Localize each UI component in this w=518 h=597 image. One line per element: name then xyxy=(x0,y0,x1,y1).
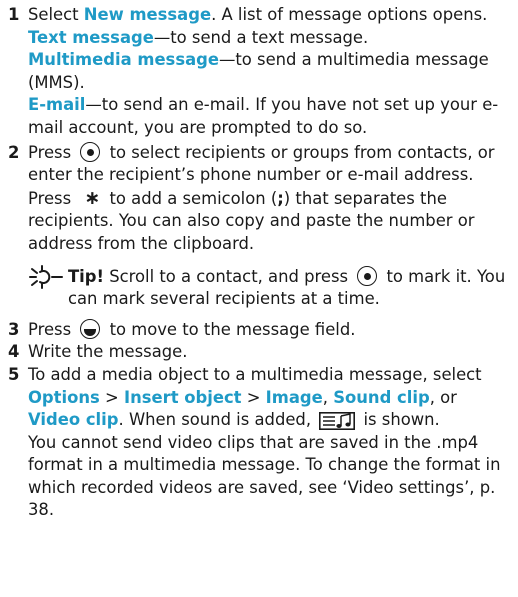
option-text-message: Text message—to send a text message. xyxy=(28,27,514,50)
option-email: E-mail—to send an e-mail. If you have no… xyxy=(28,94,514,139)
separator: , xyxy=(322,387,334,407)
tip-text: Scroll to a contact, and press xyxy=(104,266,354,286)
step-number: 1 xyxy=(8,5,20,24)
scroll-key-center-icon xyxy=(80,142,101,163)
step-text: . When sound is added, xyxy=(118,410,317,430)
step-text: To add a media object to a multimedia me… xyxy=(28,364,482,384)
keyword-email: E-mail xyxy=(28,95,86,115)
step-text: Select xyxy=(28,5,84,24)
keyword-insert-object: Insert object xyxy=(123,387,242,407)
option-description: —to send an e-mail. If you have not set … xyxy=(28,95,499,137)
keyword-options: Options xyxy=(28,387,100,407)
step-number: 4 xyxy=(8,342,20,362)
separator: > xyxy=(241,387,266,407)
keyword-image: Image xyxy=(265,387,323,407)
video-format-note: You cannot send video clips that are sav… xyxy=(28,432,501,520)
step-number: 2 xyxy=(8,142,20,162)
separator: > xyxy=(99,387,124,407)
audio-attachment-icon xyxy=(319,411,356,430)
scroll-key-down-icon xyxy=(80,319,101,340)
step-3: 3 Press to move to the message field. xyxy=(8,319,514,342)
separator: , or xyxy=(429,387,457,407)
tip-sun-icon xyxy=(29,264,63,289)
step-2: 2 Press to select recipients or groups f… xyxy=(8,142,514,256)
tip-box: Tip! Scroll to a contact, and press to m… xyxy=(8,264,514,311)
step-text: Press xyxy=(28,319,77,339)
step-text: to add a semicolon ( xyxy=(104,188,278,208)
tip-label: Tip! xyxy=(68,266,105,286)
step-number: 5 xyxy=(8,364,20,384)
step-text: Press xyxy=(28,142,77,162)
keyword-new-message: New message xyxy=(83,5,212,24)
star-key-icon: ∗ xyxy=(84,186,101,209)
step-number: 3 xyxy=(8,319,20,339)
keyword-multimedia-message: Multimedia message xyxy=(28,50,219,70)
keyword-sound-clip: Sound clip xyxy=(333,387,430,407)
step-text: . A list of message options opens. xyxy=(211,5,488,24)
keyword-text-message: Text message xyxy=(28,27,154,47)
option-description: —to send a text message. xyxy=(153,27,369,47)
step-text: to move to the message field. xyxy=(104,319,356,339)
keyword-video-clip: Video clip xyxy=(28,410,119,430)
step-5: 5 To add a media object to a multimedia … xyxy=(8,364,514,522)
step-1: 1 Select New message. A list of message … xyxy=(8,4,514,140)
step-text: is shown. xyxy=(358,410,440,430)
step-4: 4 Write the message. xyxy=(8,341,514,364)
option-multimedia-message: Multimedia message—to send a multimedia … xyxy=(28,49,514,94)
manual-page: 1 Select New message. A list of message … xyxy=(8,4,514,522)
scroll-key-center-icon xyxy=(357,266,378,287)
step-text: Write the message. xyxy=(28,342,188,362)
